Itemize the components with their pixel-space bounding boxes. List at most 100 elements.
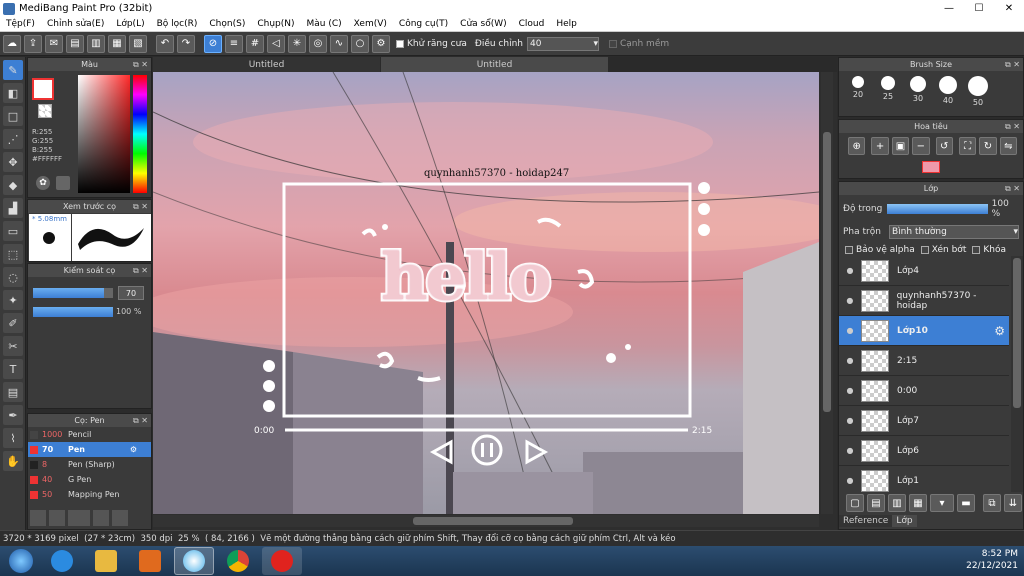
new-1bit-layer-icon[interactable]: ▦	[909, 494, 927, 512]
brush-settings-icon[interactable]	[93, 510, 109, 526]
eye-icon[interactable]: ●	[839, 476, 861, 485]
layer-menu-icon[interactable]: ▾	[930, 494, 954, 512]
tab-reference[interactable]: Reference	[839, 515, 893, 527]
new-layer-icon[interactable]: ▢	[846, 494, 864, 512]
panel-close-icon[interactable]: ⧉ ✕	[1005, 184, 1020, 194]
hue-slider[interactable]	[133, 75, 147, 193]
settings-icon[interactable]: ⚙	[372, 34, 390, 53]
grid-snap-icon[interactable]: #	[246, 34, 264, 53]
zoom-actual-icon[interactable]: ▣	[891, 137, 910, 155]
background-color-swatch[interactable]	[38, 104, 52, 118]
foreground-color-swatch[interactable]	[32, 78, 54, 100]
brush-list-item[interactable]: 8 Pen (Sharp)	[28, 457, 151, 472]
layer-row[interactable]: ● Lớp6	[839, 436, 1009, 466]
new-8bit-layer-icon[interactable]: ▥	[888, 494, 906, 512]
navigator-thumbnail[interactable]	[922, 161, 940, 173]
medibang-taskbar-icon[interactable]	[174, 547, 214, 575]
layer-scroll-thumb[interactable]	[1013, 258, 1021, 408]
menu-color[interactable]: Màu (C)	[301, 19, 348, 29]
layers-icon[interactable]: ▧	[129, 34, 147, 53]
zoom-out-icon[interactable]: −	[912, 137, 930, 155]
brush-list-item[interactable]: 1000 Pencil	[28, 427, 151, 442]
palette-icon[interactable]: ✿	[36, 176, 50, 190]
perspective-snap-icon[interactable]: ◁	[267, 34, 285, 53]
menu-file[interactable]: Tệp(F)	[0, 19, 41, 29]
menu-view[interactable]: Xem(V)	[348, 19, 393, 29]
page-icon[interactable]: ▥	[87, 34, 105, 53]
menu-layer[interactable]: Lớp(L)	[110, 19, 150, 29]
soft-edge-checkbox[interactable]: Cạnh mềm	[608, 39, 669, 49]
bucket-tool-icon[interactable]: ▟	[3, 198, 23, 218]
menu-edit[interactable]: Chỉnh sửa(E)	[41, 19, 110, 29]
zoom-fit-icon[interactable]: ⊕	[848, 137, 866, 155]
hand-tool-icon[interactable]: ✋	[3, 451, 23, 471]
brush-list-item[interactable]: 70 Pen ⚙	[28, 442, 151, 457]
fill-tool-icon[interactable]: ◆	[3, 175, 23, 195]
eyedropper2-tool-icon[interactable]: ⌇	[3, 428, 23, 448]
start-button[interactable]	[4, 547, 38, 575]
brush-list-item[interactable]: 50 Mapping Pen	[28, 487, 151, 502]
flip-icon[interactable]: ⇋	[999, 137, 1017, 155]
curve-snap-icon[interactable]: ∿	[330, 34, 348, 53]
eye-icon[interactable]: ●	[839, 356, 861, 365]
clipping-checkbox[interactable]: Xén bớt	[920, 245, 966, 255]
panel-close-icon[interactable]: ⧉ ✕	[133, 60, 148, 70]
snap-off-icon[interactable]: ⊘	[204, 34, 222, 53]
cloud-icon[interactable]: ☁	[3, 34, 21, 53]
rotate-left-icon[interactable]: ↺	[935, 137, 953, 155]
minimize-button[interactable]: —	[934, 0, 964, 17]
menu-window[interactable]: Cửa sổ(W)	[454, 19, 512, 29]
lock-checkbox[interactable]: Khóa	[972, 245, 1006, 255]
layer-scrollbar[interactable]	[1011, 256, 1023, 492]
menu-snap[interactable]: Chụp(N)	[251, 19, 300, 29]
layer-row[interactable]: ● Lớp4	[839, 256, 1009, 286]
radial-snap-icon[interactable]: ✳	[288, 34, 306, 53]
concentric-snap-icon[interactable]: ◎	[309, 34, 327, 53]
layer-row[interactable]: ● Lớp10 ⚙	[839, 316, 1009, 346]
correction-dropdown[interactable]: 40 ▾	[526, 36, 599, 51]
layer-row[interactable]: ● 0:00	[839, 376, 1009, 406]
eye-icon[interactable]: ●	[839, 326, 861, 335]
eye-icon[interactable]: ●	[839, 266, 861, 275]
brush-dropdown-icon[interactable]	[68, 510, 90, 526]
blend-mode-dropdown[interactable]: Bình thường ▾	[889, 225, 1019, 239]
document-icon[interactable]: ▤	[66, 34, 84, 53]
move-tool-icon[interactable]: ✥	[3, 152, 23, 172]
brush-size-option[interactable]: 20	[843, 74, 873, 107]
rectangle-tool-icon[interactable]: □	[3, 106, 23, 126]
clipping-box[interactable]	[920, 246, 929, 254]
eraser-tool-icon[interactable]: ◧	[3, 83, 23, 103]
layer-row[interactable]: ● Lớp7	[839, 406, 1009, 436]
tab-untitled-1[interactable]: Untitled	[153, 57, 380, 72]
close-button[interactable]: ✕	[994, 0, 1024, 17]
chrome-icon[interactable]	[218, 547, 258, 575]
select-eraser-icon[interactable]: ✂	[3, 336, 23, 356]
antialias-checkbox[interactable]: Khử răng cưa	[396, 39, 467, 49]
horizontal-scroll-thumb[interactable]	[413, 517, 573, 525]
soft-edge-box[interactable]	[608, 39, 617, 48]
text-tool-icon[interactable]: T	[3, 359, 23, 379]
lasso-tool-icon[interactable]: ◌	[3, 267, 23, 287]
brush-size-option[interactable]: 25	[873, 74, 903, 107]
system-tray-clock[interactable]: 8:52 PM 22/12/2021	[966, 548, 1018, 572]
circle-snap-icon[interactable]: ○	[351, 34, 369, 53]
parallel-snap-icon[interactable]: ≡	[225, 34, 243, 53]
layer-folder-icon[interactable]: ▬	[957, 494, 975, 512]
menu-filter[interactable]: Bộ lọc(R)	[151, 19, 204, 29]
brush-tool-icon[interactable]: ✎	[3, 60, 23, 80]
layer-row[interactable]: ● quynhanh57370 - hoidap	[839, 286, 1009, 316]
brush-size-option[interactable]: 30	[903, 74, 933, 107]
brush-size-option[interactable]: 50	[963, 74, 993, 107]
lock-box[interactable]	[972, 246, 981, 254]
eye-icon[interactable]: ●	[839, 386, 861, 395]
tab-untitled-2[interactable]: Untitled	[381, 57, 608, 72]
internet-explorer-icon[interactable]	[42, 547, 82, 575]
menu-select[interactable]: Chọn(S)	[203, 19, 251, 29]
new-halftone-layer-icon[interactable]: ▤	[867, 494, 885, 512]
brush-opacity-slider[interactable]	[33, 307, 113, 317]
magic-wand-icon[interactable]: ✦	[3, 290, 23, 310]
undo-icon[interactable]: ↶	[156, 34, 174, 53]
brush-size-slider[interactable]	[33, 288, 113, 298]
panel-close-icon[interactable]: ⧉ ✕	[133, 416, 148, 426]
zoom-in-icon[interactable]: +	[871, 137, 889, 155]
